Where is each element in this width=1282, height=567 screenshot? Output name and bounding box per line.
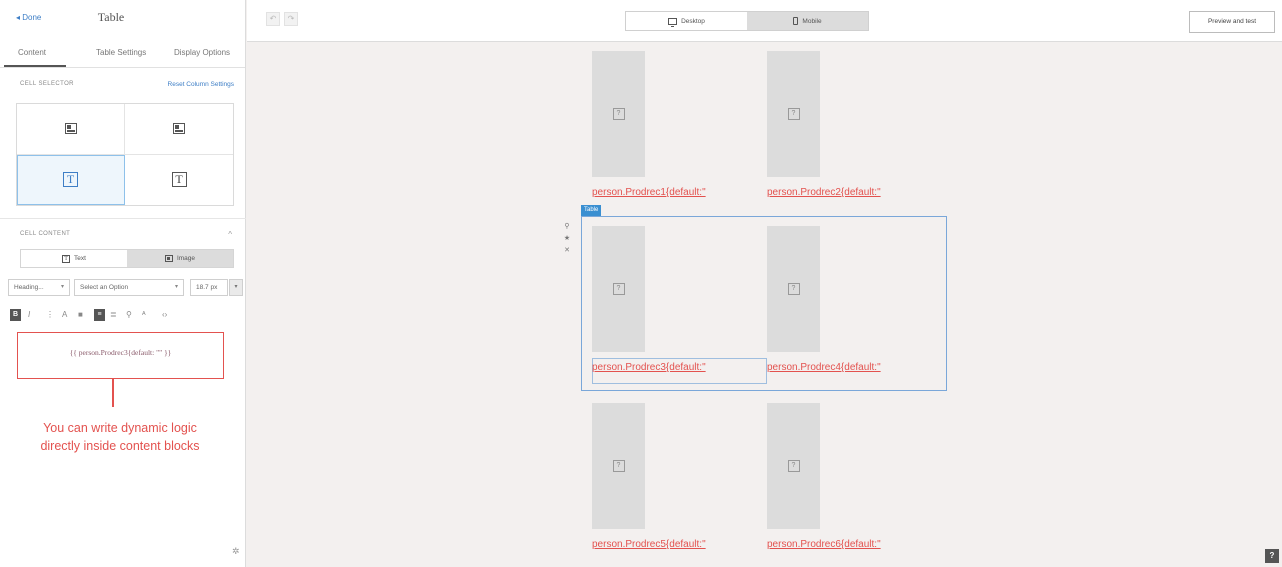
italic-button[interactable]: I — [28, 308, 30, 322]
font-size-input[interactable]: 18.7 px — [190, 279, 228, 296]
link-icon[interactable]: ⚲ — [126, 308, 132, 322]
favorite-star-icon[interactable]: ★ — [561, 233, 573, 245]
content-type-text-label: Text — [74, 255, 86, 262]
content-type-toggle: T Text Image — [20, 249, 234, 268]
cell-selector-label: CELL SELECTOR — [20, 81, 74, 87]
desktop-label: Desktop — [681, 17, 705, 25]
cell-text-2[interactable]: T — [125, 155, 233, 206]
product-label[interactable]: person.Prodrec3{default:" — [592, 362, 706, 373]
panel-header: ◂ Done Table — [0, 0, 245, 38]
text-icon: T — [62, 254, 71, 263]
annotation-callout: You can write dynamic logic directly ins… — [0, 419, 240, 455]
image-icon — [164, 255, 173, 262]
undo-button[interactable]: ↶ — [266, 12, 280, 26]
image-placeholder-icon: ? — [787, 460, 800, 472]
email-canvas: Table ⚲ ★ ✕ ? person.Prodrec1{default:" … — [247, 43, 1282, 567]
block-tools: ⚲ ★ ✕ — [561, 221, 573, 257]
bold-button[interactable]: B — [10, 309, 21, 321]
dynamic-content-editor[interactable]: {{ person.Prodrec3{default: "" }} — [17, 332, 224, 379]
text-icon: T — [63, 172, 78, 188]
chevron-down-icon: ▾ — [60, 284, 64, 290]
dynamic-logic-text: {{ person.Prodrec3{default: "" }} — [69, 348, 172, 357]
tab-table-settings[interactable]: Table Settings — [96, 48, 146, 57]
content-type-image-label: Image — [176, 255, 196, 262]
image-icon — [173, 123, 185, 135]
delete-icon[interactable]: ✕ — [561, 245, 573, 257]
settings-gear-icon[interactable]: ✲ — [232, 546, 240, 557]
content-type-image-button[interactable]: Image — [127, 250, 233, 267]
code-icon[interactable]: ‹› — [162, 308, 167, 322]
align-center-button[interactable]: ≡ — [94, 309, 105, 321]
preview-and-test-button[interactable]: Preview and test — [1189, 11, 1275, 33]
formatting-toolbar: B I ⋮ A ■ ≡ ≣ ⚲ ᴬ ‹› — [10, 308, 240, 322]
cell-content-header: CELL CONTENT ^ — [0, 228, 246, 242]
heading-dropdown[interactable]: Heading... ▾ — [8, 279, 70, 296]
annotation-pointer-line — [112, 379, 114, 407]
tab-display-options[interactable]: Display Options — [174, 48, 230, 57]
text-color-icon[interactable]: A — [62, 308, 67, 322]
image-placeholder: ? — [592, 51, 645, 177]
option-dropdown-value: Select an Option — [80, 284, 129, 291]
image-placeholder: ? — [767, 226, 820, 352]
cell-selector-header: CELL SELECTOR Reset Column Settings — [0, 78, 246, 92]
phone-icon — [793, 17, 799, 25]
tab-content[interactable]: Content — [18, 48, 46, 57]
cell-image-2[interactable] — [125, 104, 233, 155]
image-icon — [64, 123, 77, 135]
cell-selector-grid: T T — [16, 103, 234, 206]
annotation-line-1: You can write dynamic logic — [43, 421, 197, 435]
collapse-caret-icon[interactable]: ^ — [228, 230, 232, 239]
active-tab-indicator — [4, 65, 66, 67]
device-preview-toggle: Desktop Mobile — [625, 11, 869, 31]
image-placeholder: ? — [592, 226, 645, 352]
selected-block-tag: Table — [581, 205, 602, 216]
product-label[interactable]: person.Prodrec2{default:" — [767, 187, 881, 198]
desktop-view-button[interactable]: Desktop — [626, 12, 747, 30]
product-label[interactable]: person.Prodrec1{default:" — [592, 187, 706, 198]
editor-top-bar: ↶ ↷ Desktop Mobile Preview and test — [247, 0, 1282, 42]
font-size-value: 18.7 px — [196, 284, 218, 291]
content-type-text-button[interactable]: T Text — [21, 250, 127, 267]
chevron-down-icon: ▾ — [174, 284, 178, 290]
monitor-icon — [668, 17, 678, 27]
annotation-line-2: directly inside content blocks — [40, 439, 200, 453]
font-size-stepper[interactable]: ▾ — [229, 279, 243, 296]
background-color-icon[interactable]: ■ — [78, 308, 83, 322]
image-placeholder-icon: ? — [787, 108, 800, 120]
text-icon: T — [171, 172, 187, 188]
cell-text-1[interactable]: T — [17, 154, 125, 205]
mobile-label: Mobile — [802, 17, 822, 25]
align-justify-icon[interactable]: ≣ — [110, 308, 117, 322]
cell-image-1[interactable] — [17, 104, 125, 155]
image-placeholder: ? — [592, 403, 645, 529]
editor-side-panel: ◂ Done Table Content Table Settings Disp… — [0, 0, 246, 567]
section-divider — [0, 218, 246, 219]
heading-dropdown-value: Heading... — [14, 284, 44, 291]
reset-column-settings-link[interactable]: Reset Column Settings — [168, 81, 234, 88]
image-placeholder: ? — [767, 403, 820, 529]
image-placeholder-icon: ? — [787, 283, 800, 295]
redo-button[interactable]: ↷ — [284, 12, 298, 26]
option-dropdown[interactable]: Select an Option ▾ — [74, 279, 184, 296]
image-placeholder-icon: ? — [612, 108, 625, 120]
panel-title: Table — [97, 10, 125, 24]
panel-tabs: Content Table Settings Display Options — [0, 38, 245, 68]
product-label[interactable]: person.Prodrec5{default:" — [592, 539, 706, 550]
text-style-icon[interactable]: ᴬ — [142, 308, 146, 322]
product-label[interactable]: person.Prodrec6{default:" — [767, 539, 881, 550]
image-placeholder-icon: ? — [612, 283, 625, 295]
separator-icon: ⋮ — [46, 310, 54, 319]
image-placeholder: ? — [767, 51, 820, 177]
edit-link-icon[interactable]: ⚲ — [561, 221, 573, 233]
help-button[interactable]: ? — [1265, 549, 1279, 563]
product-label[interactable]: person.Prodrec4{default:" — [767, 362, 881, 373]
image-placeholder-icon: ? — [612, 460, 625, 472]
cell-content-label: CELL CONTENT — [20, 231, 71, 237]
mobile-view-button[interactable]: Mobile — [747, 12, 868, 30]
